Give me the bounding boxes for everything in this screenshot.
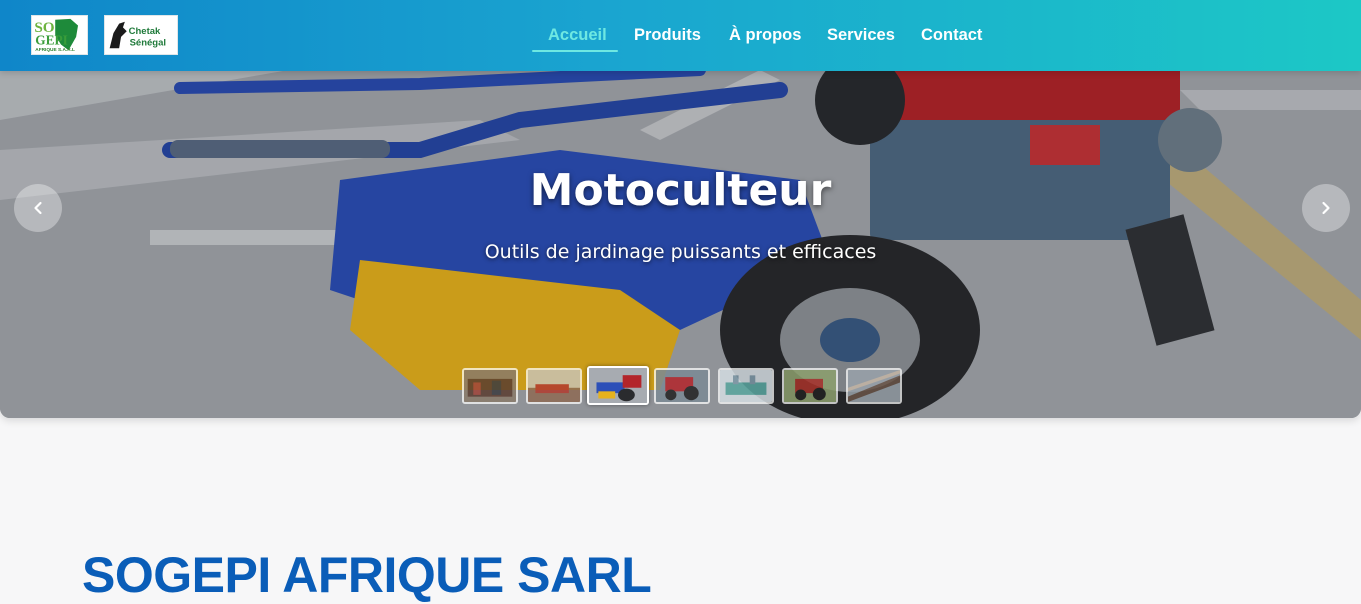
sogepi-logo[interactable]: SO GEPI AFRIQUE S.A.R.L [31, 15, 88, 55]
svg-text:GEPI: GEPI [35, 33, 68, 48]
thumbnail-image [720, 370, 772, 402]
svg-text:Sénégal: Sénégal [130, 37, 166, 48]
nav-link-accueil[interactable]: Accueil [548, 26, 607, 46]
thumbnail-slide-6[interactable] [782, 368, 838, 404]
nav-link-services[interactable]: Services [827, 26, 895, 46]
thumbnail-slide-7[interactable] [846, 368, 902, 404]
nav-link-produits[interactable]: Produits [634, 26, 701, 46]
thumbnail-image [589, 368, 647, 403]
carousel-prev-button[interactable] [14, 184, 62, 232]
svg-text:AFRIQUE S.A.R.L: AFRIQUE S.A.R.L [35, 47, 75, 53]
sogepi-logo-image: SO GEPI AFRIQUE S.A.R.L [34, 18, 79, 53]
thumbnail-slide-5[interactable] [718, 368, 774, 404]
thumbnail-slide-2[interactable] [526, 368, 582, 404]
top-navbar: SO GEPI AFRIQUE S.A.R.L Chetak Sénégal A… [0, 0, 1361, 71]
thumbnail-image [848, 370, 900, 402]
thumbnail-slide-4[interactable] [654, 368, 710, 404]
carousel-thumbnails [0, 366, 1361, 406]
thumbnail-slide-3[interactable] [587, 366, 649, 405]
chevron-left-icon [34, 201, 42, 215]
svg-text:Chetak: Chetak [129, 26, 161, 37]
chetak-logo-image: Chetak Sénégal [109, 21, 166, 48]
hero-title: Motoculteur [529, 165, 832, 216]
thumbnail-image [528, 370, 580, 402]
hero-subtitle: Outils de jardinage puissants et efficac… [484, 241, 877, 263]
thumbnail-image [656, 370, 708, 402]
thumbnail-image [784, 370, 836, 402]
chetak-senegal-logo[interactable]: Chetak Sénégal [104, 15, 178, 55]
thumbnail-slide-1[interactable] [462, 368, 518, 404]
carousel-next-button[interactable] [1302, 184, 1350, 232]
company-title: SOGEPI AFRIQUE SARL [82, 547, 652, 603]
chevron-right-icon [1322, 201, 1330, 215]
nav-link-contact[interactable]: Contact [921, 26, 982, 46]
thumbnail-image [464, 370, 516, 402]
nav-link-a-propos[interactable]: À propos [729, 26, 801, 46]
nav-active-underline [532, 50, 618, 52]
